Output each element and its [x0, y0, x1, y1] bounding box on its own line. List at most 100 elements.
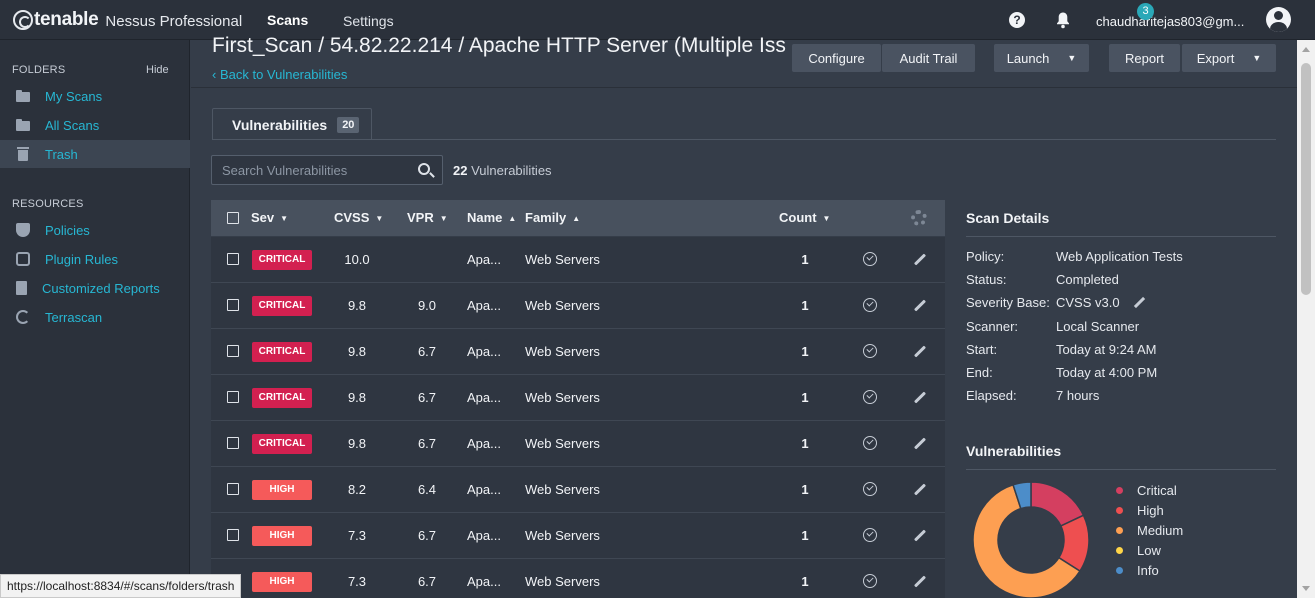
pencil-icon[interactable]	[913, 253, 927, 266]
report-button[interactable]: Report	[1109, 44, 1180, 72]
pencil-icon[interactable]	[913, 575, 927, 588]
configure-button[interactable]: Configure	[792, 44, 881, 72]
row-checkbox[interactable]	[227, 437, 239, 449]
row-checkbox[interactable]	[227, 529, 239, 541]
cvss-cell: 9.8	[347, 390, 367, 405]
search-input[interactable]	[212, 156, 412, 184]
search-icon[interactable]	[418, 163, 430, 175]
pencil-icon[interactable]	[913, 437, 927, 450]
table-row[interactable]: HIGH 7.3 6.7 Apa... Web Servers 1	[211, 559, 945, 598]
name-cell: Apa...	[467, 436, 501, 451]
bell-icon[interactable]	[1055, 11, 1071, 29]
page-scrollbar[interactable]	[1297, 40, 1315, 598]
nav-settings[interactable]: Settings	[343, 13, 394, 29]
row-checkbox[interactable]	[227, 253, 239, 265]
user-name[interactable]: chaudharitejas803@gm...	[1096, 14, 1244, 29]
avatar[interactable]	[1266, 7, 1291, 32]
tenable-logo[interactable]: tenable Nessus Professional	[13, 9, 242, 31]
table-row[interactable]: CRITICAL 9.8 6.7 Apa... Web Servers 1	[211, 421, 945, 467]
detail-value: Completed	[1056, 272, 1119, 287]
name-cell: Apa...	[467, 528, 501, 543]
check-circle-icon[interactable]	[863, 344, 877, 358]
count-cell: 1	[801, 482, 809, 497]
nav-scans[interactable]: Scans	[267, 12, 308, 28]
check-circle-icon[interactable]	[863, 390, 877, 404]
vulnerability-total: 22 Vulnerabilities	[453, 163, 552, 178]
search-box	[211, 155, 443, 185]
table-header: Sev ▼ CVSS ▼ VPR ▼ Name ▲ Family ▲ Count ▼	[211, 200, 945, 236]
count-cell: 1	[801, 574, 809, 589]
table-row[interactable]: CRITICAL 9.8 6.7 Apa... Web Servers 1	[211, 375, 945, 421]
table-row[interactable]: CRITICAL 10.0 Apa... Web Servers 1	[211, 237, 945, 283]
logo-brand: tenable	[34, 9, 99, 30]
column-vpr[interactable]: VPR ▼	[407, 210, 448, 225]
name-cell: Apa...	[467, 574, 501, 589]
column-sev[interactable]: Sev ▼	[251, 210, 288, 225]
row-checkbox[interactable]	[227, 483, 239, 495]
check-circle-icon[interactable]	[863, 252, 877, 266]
vulnerabilities-chart-divider	[966, 469, 1276, 470]
sidebar-item-terrascan[interactable]: Terrascan	[0, 303, 190, 331]
table-row[interactable]: HIGH 8.2 6.4 Apa... Web Servers 1	[211, 467, 945, 513]
row-checkbox[interactable]	[227, 391, 239, 403]
audit-trail-button[interactable]: Audit Trail	[882, 44, 975, 72]
table-row[interactable]: CRITICAL 9.8 6.7 Apa... Web Servers 1	[211, 329, 945, 375]
sidebar-item-policies[interactable]: Policies	[0, 216, 190, 244]
legend-item-medium[interactable]: Medium	[1116, 523, 1183, 538]
help-icon[interactable]: ?	[1009, 12, 1025, 28]
column-family[interactable]: Family ▲	[525, 210, 580, 225]
legend-item-high[interactable]: High	[1116, 503, 1164, 518]
check-circle-icon[interactable]	[863, 482, 877, 496]
sidebar-item-customized-reports[interactable]: Customized Reports	[0, 274, 190, 302]
check-circle-icon[interactable]	[863, 574, 877, 588]
gear-icon[interactable]	[911, 210, 927, 226]
export-button[interactable]: Export ▼	[1182, 44, 1276, 72]
sidebar-item-trash[interactable]: Trash	[0, 140, 190, 168]
vulnerability-total-label: Vulnerabilities	[471, 163, 552, 178]
legend-item-critical[interactable]: Critical	[1116, 483, 1177, 498]
scrollbar-thumb[interactable]	[1301, 63, 1311, 295]
cvss-cell: 9.8	[347, 436, 367, 451]
scroll-up-arrow-icon[interactable]	[1302, 47, 1310, 52]
check-circle-icon[interactable]	[863, 436, 877, 450]
launch-button[interactable]: Launch ▼	[994, 44, 1089, 72]
notification-badge[interactable]: 3	[1137, 3, 1154, 20]
select-all-checkbox[interactable]	[227, 212, 239, 224]
row-checkbox[interactable]	[227, 345, 239, 357]
vulnerability-total-count: 22	[453, 163, 468, 178]
detail-value: Today at 4:00 PM	[1056, 365, 1158, 380]
back-to-vulnerabilities-link[interactable]: ‹ Back to Vulnerabilities	[212, 67, 347, 82]
name-cell: Apa...	[467, 482, 501, 497]
check-circle-icon[interactable]	[863, 298, 877, 312]
edit-severity-base-icon[interactable]	[1133, 296, 1146, 309]
hide-sidebar-link[interactable]: Hide	[146, 64, 169, 76]
legend-item-low[interactable]: Low	[1116, 543, 1161, 558]
family-cell: Web Servers	[525, 390, 600, 405]
row-checkbox[interactable]	[227, 299, 239, 311]
column-name[interactable]: Name ▲	[467, 210, 516, 225]
column-count[interactable]: Count ▼	[779, 210, 830, 225]
pencil-icon[interactable]	[913, 529, 927, 542]
logo-product: Nessus Professional	[105, 12, 243, 30]
vulnerabilities-donut-chart[interactable]	[972, 481, 1090, 598]
pencil-icon[interactable]	[913, 299, 927, 312]
pencil-icon[interactable]	[913, 345, 927, 358]
sidebar-item-my-scans[interactable]: My Scans	[0, 82, 190, 110]
count-cell: 1	[801, 436, 809, 451]
audit-trail-label: Audit Trail	[899, 50, 958, 66]
scroll-down-arrow-icon[interactable]	[1302, 586, 1310, 591]
trash-icon	[16, 147, 30, 161]
legend-item-info[interactable]: Info	[1116, 563, 1159, 578]
column-family-label: Family	[525, 210, 567, 225]
sidebar-item-all-scans[interactable]: All Scans	[0, 111, 190, 139]
sidebar-item-label: Plugin Rules	[45, 251, 118, 267]
sidebar-item-plugin-rules[interactable]: Plugin Rules	[0, 245, 190, 273]
sort-desc-icon: ▼	[375, 214, 384, 223]
pencil-icon[interactable]	[913, 391, 927, 404]
pencil-icon[interactable]	[913, 483, 927, 496]
table-row[interactable]: HIGH 7.3 6.7 Apa... Web Servers 1	[211, 513, 945, 559]
table-row[interactable]: CRITICAL 9.8 9.0 Apa... Web Servers 1	[211, 283, 945, 329]
check-circle-icon[interactable]	[863, 528, 877, 542]
tab-vulnerabilities[interactable]: Vulnerabilities 20	[212, 108, 372, 140]
column-cvss[interactable]: CVSS ▼	[334, 210, 383, 225]
